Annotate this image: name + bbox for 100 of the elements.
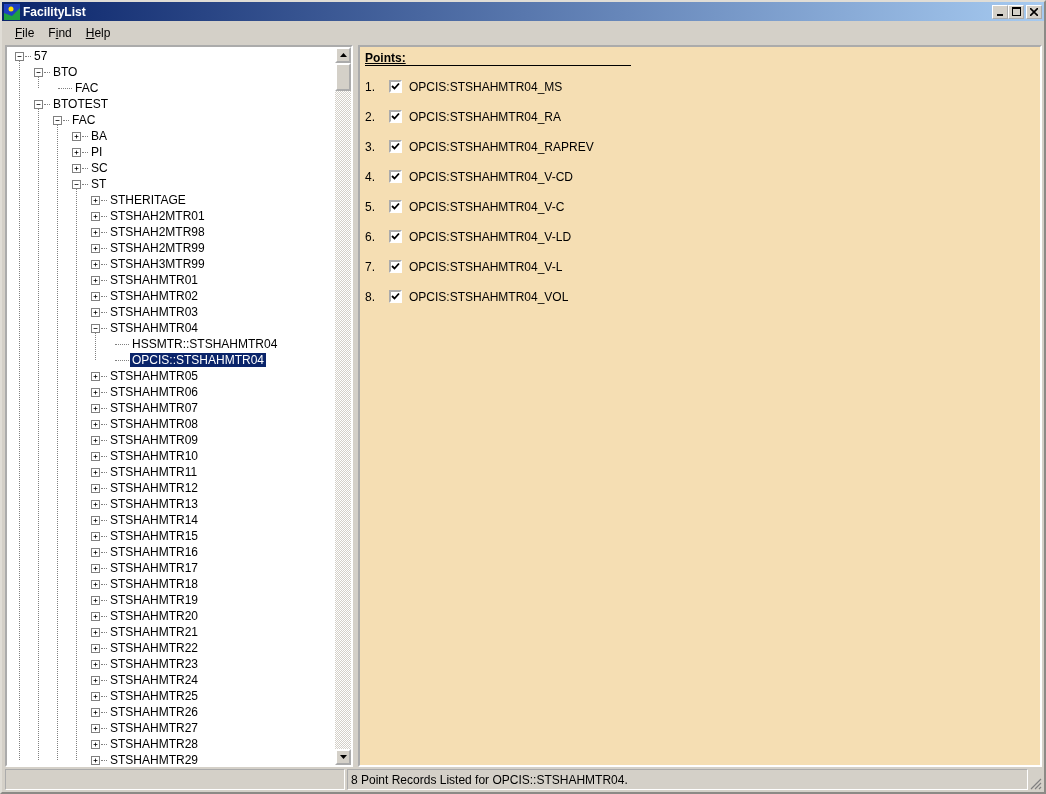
- resize-grip-icon[interactable]: [1030, 778, 1042, 790]
- minimize-button[interactable]: [992, 4, 1008, 19]
- tree-item[interactable]: STSHAHMTR04: [108, 321, 200, 335]
- tree-item[interactable]: 57: [32, 49, 50, 63]
- expand-icon[interactable]: [72, 163, 81, 173]
- tree-item[interactable]: STSHAHMTR20: [108, 609, 200, 623]
- tree-item[interactable]: STSHAHMTR05: [108, 369, 200, 383]
- tree-item[interactable]: BTO: [51, 65, 80, 79]
- tree-item[interactable]: STSHAH2MTR98: [108, 225, 207, 239]
- tree-item[interactable]: STSHAHMTR22: [108, 641, 200, 655]
- scroll-thumb[interactable]: [335, 63, 351, 91]
- expand-icon[interactable]: [91, 403, 100, 413]
- maximize-button[interactable]: [1008, 4, 1024, 19]
- tree-item[interactable]: STSHAHMTR12: [108, 481, 200, 495]
- expand-icon[interactable]: [91, 755, 100, 765]
- menu-item[interactable]: File: [8, 24, 42, 42]
- tree-item[interactable]: STSHAHMTR19: [108, 593, 200, 607]
- tree-item[interactable]: PI: [89, 145, 105, 159]
- tree-item[interactable]: STSHAHMTR26: [108, 705, 200, 719]
- tree-item[interactable]: STSHAHMTR13: [108, 497, 200, 511]
- expand-icon[interactable]: [91, 371, 100, 381]
- tree-item[interactable]: FAC: [70, 113, 98, 127]
- tree-item[interactable]: BTOTEST: [51, 97, 111, 111]
- scrollbar[interactable]: [335, 47, 351, 765]
- tree-item[interactable]: STSHAHMTR02: [108, 289, 200, 303]
- tree-item[interactable]: STSHAHMTR21: [108, 625, 200, 639]
- expand-icon[interactable]: [91, 291, 100, 301]
- menu-item[interactable]: Find: [41, 24, 79, 42]
- expand-icon[interactable]: [91, 563, 100, 573]
- tree-item[interactable]: HSSMTR::STSHAHMTR04: [130, 337, 280, 351]
- expand-icon[interactable]: [91, 483, 100, 493]
- expand-icon[interactable]: [91, 547, 100, 557]
- expand-icon[interactable]: [72, 131, 81, 141]
- checkbox[interactable]: [389, 80, 402, 93]
- collapse-icon[interactable]: [34, 67, 43, 77]
- tree-item[interactable]: SC: [89, 161, 110, 175]
- tree-item[interactable]: STSHAHMTR24: [108, 673, 200, 687]
- expand-icon[interactable]: [91, 275, 100, 285]
- expand-icon[interactable]: [91, 643, 100, 653]
- collapse-icon[interactable]: [72, 179, 81, 189]
- expand-icon[interactable]: [91, 611, 100, 621]
- expand-icon[interactable]: [91, 499, 100, 509]
- checkbox[interactable]: [389, 290, 402, 303]
- expand-icon[interactable]: [91, 675, 100, 685]
- collapse-icon[interactable]: [15, 51, 24, 61]
- checkbox[interactable]: [389, 260, 402, 273]
- tree-item[interactable]: STSHAHMTR25: [108, 689, 200, 703]
- expand-icon[interactable]: [91, 227, 100, 237]
- tree-item[interactable]: BA: [89, 129, 109, 143]
- tree-item[interactable]: STSHAHMTR07: [108, 401, 200, 415]
- expand-icon[interactable]: [91, 531, 100, 541]
- expand-icon[interactable]: [91, 467, 100, 477]
- expand-icon[interactable]: [91, 627, 100, 637]
- expand-icon[interactable]: [91, 691, 100, 701]
- tree-item[interactable]: STSHAHMTR11: [108, 465, 200, 479]
- collapse-icon[interactable]: [91, 323, 100, 333]
- expand-icon[interactable]: [91, 659, 100, 669]
- checkbox[interactable]: [389, 230, 402, 243]
- tree-item[interactable]: STSHAHMTR03: [108, 305, 200, 319]
- checkbox[interactable]: [389, 110, 402, 123]
- tree-item[interactable]: STSHAHMTR09: [108, 433, 200, 447]
- tree-item[interactable]: STSHAH2MTR01: [108, 209, 207, 223]
- expand-icon[interactable]: [91, 595, 100, 605]
- tree-item[interactable]: STSHAHMTR17: [108, 561, 200, 575]
- tree-item[interactable]: STSHAH2MTR99: [108, 241, 207, 255]
- tree-item[interactable]: STSHAHMTR29: [108, 753, 200, 765]
- tree-item[interactable]: STSHAHMTR10: [108, 449, 200, 463]
- tree-item[interactable]: STSHAHMTR06: [108, 385, 200, 399]
- checkbox[interactable]: [389, 200, 402, 213]
- expand-icon[interactable]: [91, 211, 100, 221]
- expand-icon[interactable]: [91, 739, 100, 749]
- tree-item[interactable]: OPCIS::STSHAHMTR04: [130, 353, 267, 367]
- collapse-icon[interactable]: [34, 99, 43, 109]
- tree-item[interactable]: STSHAHMTR08: [108, 417, 200, 431]
- expand-icon[interactable]: [91, 259, 100, 269]
- tree-item[interactable]: STHERITAGE: [108, 193, 188, 207]
- close-button[interactable]: [1026, 4, 1042, 19]
- tree-item[interactable]: ST: [89, 177, 109, 191]
- tree-item[interactable]: STSHAHMTR23: [108, 657, 200, 671]
- expand-icon[interactable]: [91, 579, 100, 589]
- expand-icon[interactable]: [91, 723, 100, 733]
- tree-item[interactable]: STSHAHMTR18: [108, 577, 200, 591]
- tree-item[interactable]: FAC: [73, 81, 101, 95]
- tree-item[interactable]: STSHAHMTR16: [108, 545, 200, 559]
- expand-icon[interactable]: [91, 707, 100, 717]
- scroll-up-button[interactable]: [335, 47, 351, 63]
- expand-icon[interactable]: [91, 307, 100, 317]
- checkbox[interactable]: [389, 140, 402, 153]
- tree-item[interactable]: STSHAHMTR14: [108, 513, 200, 527]
- collapse-icon[interactable]: [53, 115, 62, 125]
- checkbox[interactable]: [389, 170, 402, 183]
- tree-item[interactable]: STSHAH3MTR99: [108, 257, 207, 271]
- expand-icon[interactable]: [91, 515, 100, 525]
- expand-icon[interactable]: [91, 387, 100, 397]
- expand-icon[interactable]: [91, 195, 100, 205]
- expand-icon[interactable]: [91, 243, 100, 253]
- tree-item[interactable]: STSHAHMTR27: [108, 721, 200, 735]
- expand-icon[interactable]: [72, 147, 81, 157]
- tree-item[interactable]: STSHAHMTR28: [108, 737, 200, 751]
- tree-item[interactable]: STSHAHMTR15: [108, 529, 200, 543]
